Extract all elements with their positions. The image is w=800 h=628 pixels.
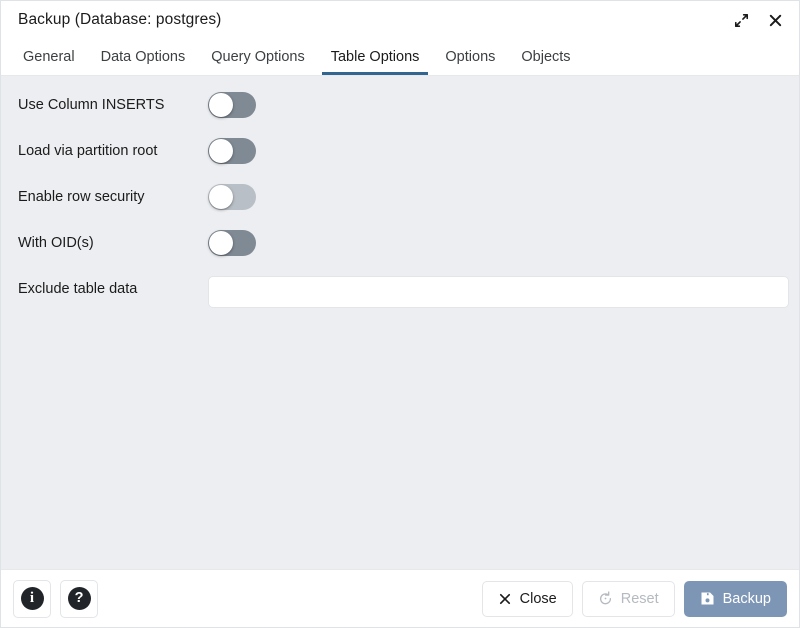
info-button[interactable]: i: [13, 579, 51, 618]
dialog-tabbar: General Data Options Query Options Table…: [1, 39, 799, 76]
field-row-enable-row-security: Enable row security: [13, 184, 787, 214]
toggle-knob: [209, 93, 233, 117]
tab-query-options[interactable]: Query Options: [198, 39, 318, 75]
backup-button-label: Backup: [722, 590, 771, 607]
label-with-oids: With OID(s): [18, 235, 94, 251]
dialog-titlebar: Backup (Database: postgres): [1, 1, 799, 39]
table-options-panel: Use Column INSERTS Load via partition ro…: [1, 76, 799, 569]
toggle-with-oids[interactable]: [208, 230, 256, 256]
save-icon: [701, 592, 714, 605]
control-use-column-inserts: [208, 92, 787, 118]
control-exclude-table-data: [208, 276, 789, 308]
expand-diagonal-icon[interactable]: [729, 8, 753, 32]
reset-button: Reset: [581, 580, 675, 617]
backup-dialog: Backup (Database: postgres) General Data…: [0, 0, 800, 628]
toggle-load-via-partition-root[interactable]: [208, 138, 256, 164]
toggle-enable-row-security: [208, 184, 256, 210]
tab-data-options[interactable]: Data Options: [88, 39, 199, 75]
footer-right-actions: Close Reset Backup: [481, 580, 787, 617]
close-icon: [499, 593, 510, 604]
dialog-title: Backup (Database: postgres): [18, 11, 222, 28]
toggle-use-column-inserts[interactable]: [208, 92, 256, 118]
control-load-via-partition-root: [208, 138, 787, 164]
close-icon[interactable]: [763, 8, 787, 32]
tab-objects[interactable]: Objects: [508, 39, 583, 75]
control-enable-row-security: [208, 184, 787, 210]
tab-general[interactable]: General: [10, 39, 88, 75]
tab-options[interactable]: Options: [432, 39, 508, 75]
exclude-table-data-input[interactable]: [208, 276, 789, 308]
footer-left-actions: i ?: [13, 579, 98, 618]
titlebar-actions: [729, 8, 787, 32]
label-load-via-partition-root: Load via partition root: [18, 143, 158, 159]
toggle-knob: [209, 231, 233, 255]
close-button-label: Close: [519, 590, 557, 607]
reset-button-label: Reset: [620, 590, 659, 607]
field-row-exclude-table-data: Exclude table data: [13, 276, 789, 308]
toggle-knob: [209, 139, 233, 163]
toggle-knob: [209, 185, 233, 209]
question-mark-icon: ?: [67, 587, 91, 610]
control-with-oids: [208, 230, 787, 256]
dialog-footer: i ? Close Reset Backup: [1, 569, 799, 627]
info-icon: i: [20, 587, 44, 610]
reset-icon: [599, 591, 611, 605]
close-button[interactable]: Close: [481, 580, 573, 617]
label-exclude-table-data: Exclude table data: [18, 281, 138, 297]
label-use-column-inserts: Use Column INSERTS: [18, 97, 165, 113]
field-row-load-via-partition-root: Load via partition root: [13, 138, 787, 168]
help-button[interactable]: ?: [60, 579, 98, 618]
tab-table-options[interactable]: Table Options: [318, 39, 433, 75]
field-row-with-oids: With OID(s): [13, 230, 787, 260]
label-enable-row-security: Enable row security: [18, 189, 145, 205]
backup-button: Backup: [683, 580, 787, 617]
field-row-use-column-inserts: Use Column INSERTS: [13, 92, 787, 122]
